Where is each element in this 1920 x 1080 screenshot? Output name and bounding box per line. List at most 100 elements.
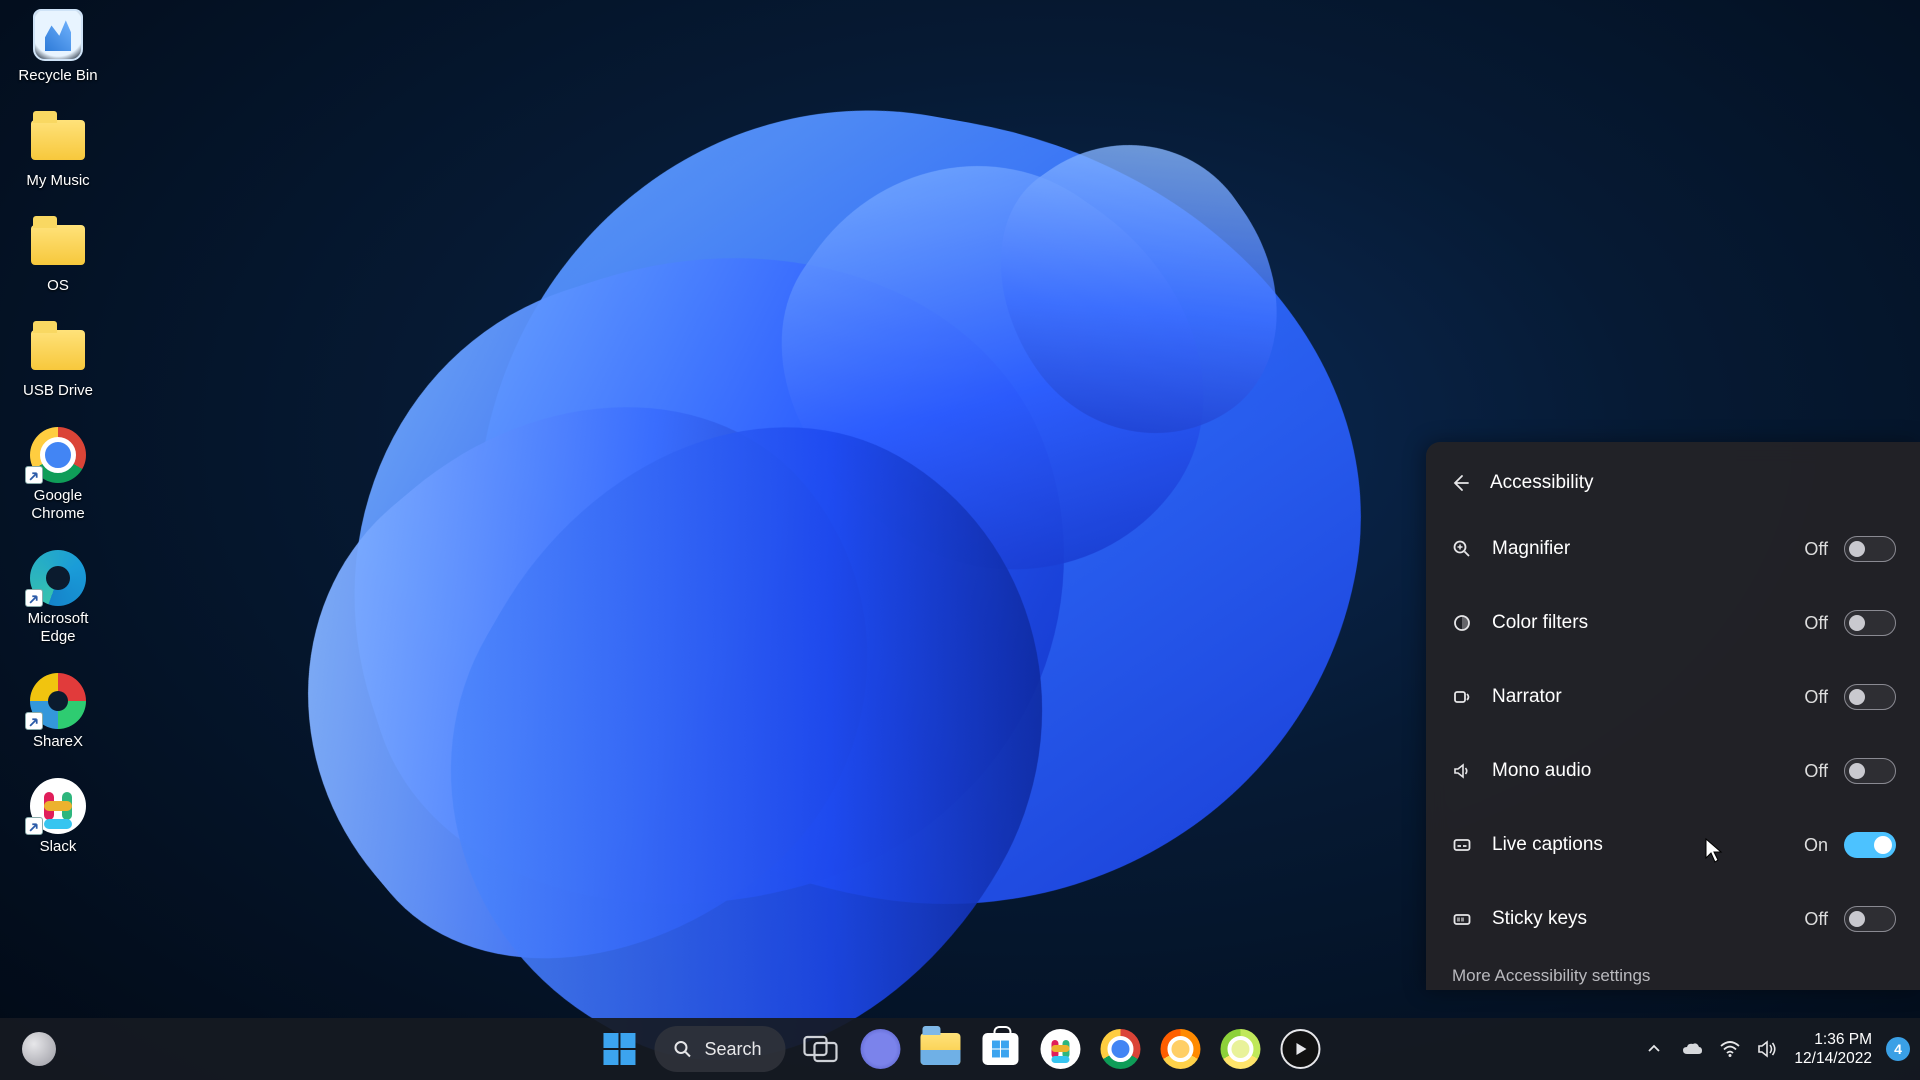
panel-header: Accessibility <box>1430 460 1916 506</box>
narrator-icon <box>1450 687 1474 707</box>
search-placeholder: Search <box>704 1039 761 1060</box>
clock-date: 12/14/2022 <box>1794 1049 1872 1068</box>
taskbar: Search 1:36 PM 12/14/2022 4 <box>0 1018 1920 1080</box>
weather-icon <box>22 1032 56 1066</box>
taskbar-app-chrome-dev[interactable] <box>1216 1024 1266 1074</box>
taskbar-app-microsoft-store[interactable] <box>976 1024 1026 1074</box>
mono-audio-icon <box>1450 761 1474 781</box>
panel-title: Accessibility <box>1490 472 1593 494</box>
tray-wifi[interactable] <box>1718 1037 1742 1061</box>
shortcut-badge-icon <box>25 466 43 484</box>
teams-icon <box>861 1029 901 1069</box>
volume-icon <box>1757 1039 1779 1059</box>
taskbar-right: 1:36 PM 12/14/2022 4 <box>1642 1030 1920 1069</box>
taskbar-app-media[interactable] <box>1276 1024 1326 1074</box>
notification-center-button[interactable]: 4 <box>1886 1037 1910 1061</box>
folder-icon <box>31 120 85 160</box>
desktop-icon-label: OS <box>47 277 69 295</box>
toggle-state-text: On <box>1804 835 1828 856</box>
chevron-up-icon <box>1646 1041 1662 1057</box>
clock-time: 1:36 PM <box>1794 1030 1872 1049</box>
folder-icon <box>31 330 85 370</box>
file-explorer-icon <box>921 1033 961 1065</box>
desktop-icon-label: Slack <box>40 838 77 856</box>
toggle-row-mono-audio[interactable]: Mono audio Off <box>1430 734 1916 808</box>
search-icon <box>672 1039 692 1059</box>
back-button[interactable] <box>1448 471 1472 495</box>
toggle-label: Live captions <box>1492 834 1603 856</box>
toggle-label: Narrator <box>1492 686 1562 708</box>
microsoft-store-icon <box>983 1033 1019 1065</box>
toggle-state-text: Off <box>1804 909 1828 930</box>
toggle-state-text: Off <box>1804 761 1828 782</box>
toggle-state-text: Off <box>1804 613 1828 634</box>
weather-widget[interactable] <box>14 1024 64 1074</box>
toggle-label: Mono audio <box>1492 760 1591 782</box>
taskbar-app-teams[interactable] <box>856 1024 906 1074</box>
desktop-icon-recycle-bin[interactable]: Recycle Bin <box>10 8 106 85</box>
toggle-switch[interactable] <box>1844 758 1896 784</box>
toggle-state-text: Off <box>1804 687 1828 708</box>
desktop-icon-label: Microsoft Edge <box>28 610 89 646</box>
desktop-icon-slack[interactable]: Slack <box>10 779 106 856</box>
desktop-icon-label: ShareX <box>33 733 83 751</box>
desktop-icon-sharex[interactable]: ShareX <box>10 674 106 751</box>
wifi-icon <box>1719 1040 1741 1058</box>
folder-icon <box>31 225 85 265</box>
chrome-canary-icon <box>1161 1029 1201 1069</box>
chrome-dev-icon <box>1221 1029 1261 1069</box>
toggle-row-color-filters[interactable]: Color filters Off <box>1430 586 1916 660</box>
start-button[interactable] <box>594 1024 644 1074</box>
magnifier-icon <box>1450 539 1474 559</box>
taskbar-app-chrome[interactable] <box>1096 1024 1146 1074</box>
slack-icon <box>1041 1029 1081 1069</box>
task-view-icon <box>803 1035 839 1063</box>
windows-logo-icon <box>602 1032 636 1066</box>
taskbar-app-file-explorer[interactable] <box>916 1024 966 1074</box>
desktop-icon-google-chrome[interactable]: Google Chrome <box>10 428 106 523</box>
desktop-icon-microsoft-edge[interactable]: Microsoft Edge <box>10 551 106 646</box>
media-player-icon <box>1281 1029 1321 1069</box>
toggle-label: Color filters <box>1492 612 1588 634</box>
cloud-icon <box>1681 1041 1703 1057</box>
taskbar-center: Search <box>594 1024 1325 1074</box>
toggle-switch[interactable] <box>1844 906 1896 932</box>
tray-overflow-button[interactable] <box>1642 1037 1666 1061</box>
taskbar-app-slack[interactable] <box>1036 1024 1086 1074</box>
toggle-row-sticky-keys[interactable]: Sticky keys Off <box>1430 882 1916 956</box>
toggle-switch[interactable] <box>1844 684 1896 710</box>
search-box[interactable]: Search <box>654 1026 785 1072</box>
desktop-icon-label: My Music <box>26 172 89 190</box>
live-captions-icon <box>1450 835 1474 855</box>
desktop-icon-my-music[interactable]: My Music <box>10 113 106 190</box>
toggle-switch[interactable] <box>1844 832 1896 858</box>
toggle-row-magnifier[interactable]: Magnifier Off <box>1430 512 1916 586</box>
recycle-bin-icon <box>33 9 83 61</box>
chrome-icon <box>1101 1029 1141 1069</box>
tray-volume[interactable] <box>1756 1037 1780 1061</box>
desktop-icon-os[interactable]: OS <box>10 218 106 295</box>
desktop-icon-usb-drive[interactable]: USB Drive <box>10 323 106 400</box>
task-view-button[interactable] <box>796 1024 846 1074</box>
desktop-icon-label: Recycle Bin <box>18 67 97 85</box>
toggle-switch[interactable] <box>1844 610 1896 636</box>
toggle-switch[interactable] <box>1844 536 1896 562</box>
desktop-icons: Recycle Bin My Music OS USB Drive Google… <box>10 8 106 856</box>
shortcut-badge-icon <box>25 817 43 835</box>
toggle-label: Magnifier <box>1492 538 1570 560</box>
shortcut-badge-icon <box>25 589 43 607</box>
desktop-icon-label: Google Chrome <box>31 487 84 523</box>
notification-count: 4 <box>1894 1041 1902 1057</box>
taskbar-left <box>0 1024 64 1074</box>
shortcut-badge-icon <box>25 712 43 730</box>
toggle-row-narrator[interactable]: Narrator Off <box>1430 660 1916 734</box>
more-accessibility-settings-link[interactable]: More Accessibility settings <box>1430 956 1916 986</box>
toggle-label: Sticky keys <box>1492 908 1587 930</box>
sticky-keys-icon <box>1450 909 1474 929</box>
tray-onedrive[interactable] <box>1680 1037 1704 1061</box>
taskbar-clock[interactable]: 1:36 PM 12/14/2022 <box>1794 1030 1872 1069</box>
arrow-left-icon <box>1450 473 1470 493</box>
desktop-icon-label: USB Drive <box>23 382 93 400</box>
toggle-row-live-captions[interactable]: Live captions On <box>1430 808 1916 882</box>
taskbar-app-chrome-canary[interactable] <box>1156 1024 1206 1074</box>
